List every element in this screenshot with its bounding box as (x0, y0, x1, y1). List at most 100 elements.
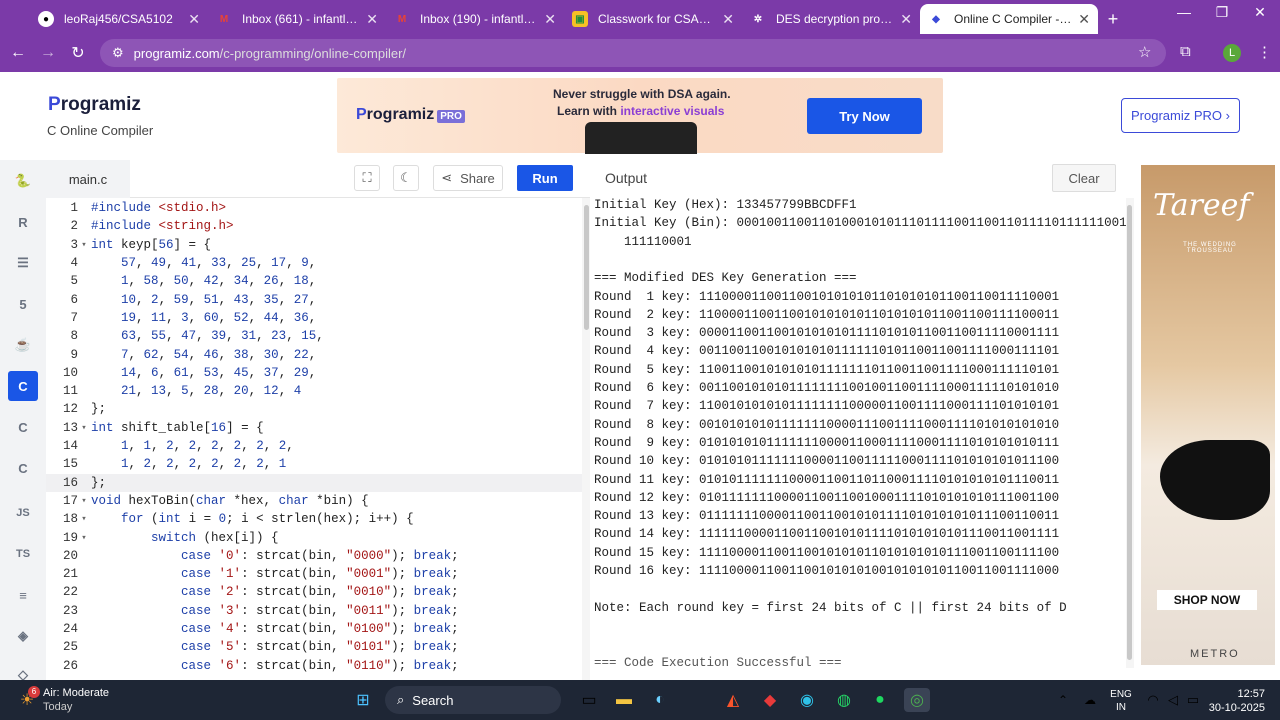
code-line[interactable]: 8 63, 55, 47, 39, 31, 23, 15, (46, 327, 582, 345)
forward-icon[interactable]: → (33, 44, 63, 62)
cpp-icon[interactable]: C (8, 412, 38, 442)
code-line[interactable]: 24 case '4': strcat(bin, "0100"); break; (46, 620, 582, 638)
fold-toggle-icon[interactable]: ▾ (78, 533, 90, 543)
code-line[interactable]: 19 ▾ switch (hex[i]) { (46, 528, 582, 546)
code-line[interactable]: 26 case '6': strcat(bin, "0110"); break; (46, 657, 582, 675)
whatsapp-icon[interactable]: ◍ (831, 688, 857, 712)
tab-gmail-1[interactable]: MInbox (661) - infantleoraj19✕ (208, 4, 386, 34)
code-line[interactable]: 22 case '2': strcat(bin, "0010"); break; (46, 583, 582, 601)
javascript-icon[interactable]: JS (8, 498, 38, 528)
sql-icon[interactable]: ☰ (8, 248, 38, 278)
editor-scroll-thumb[interactable] (584, 205, 589, 330)
share-button[interactable]: ⋖ Share (433, 165, 503, 191)
edge-icon[interactable]: ◉ (794, 688, 820, 712)
code-line[interactable]: 23 case '3': strcat(bin, "0011"); break; (46, 602, 582, 620)
back-icon[interactable]: ← (3, 44, 33, 62)
tray-app-icon[interactable]: ☁ (1077, 688, 1103, 712)
html-icon[interactable]: 5 (8, 289, 38, 319)
java-icon[interactable]: ☕ (8, 330, 38, 360)
code-line[interactable]: 14 1, 1, 2, 2, 2, 2, 2, 2, (46, 437, 582, 455)
line-number: 9 (70, 347, 78, 362)
code-line[interactable]: 25 case '5': strcat(bin, "0101"); break; (46, 638, 582, 656)
fold-toggle-icon[interactable]: ▾ (78, 496, 90, 506)
close-tab-icon[interactable]: ✕ (722, 11, 734, 28)
code-line[interactable]: 7 19, 11, 3, 60, 52, 44, 36, (46, 309, 582, 327)
close-window-icon[interactable]: ✕ (1240, 4, 1280, 21)
file-tab[interactable]: main.c (46, 160, 130, 198)
fold-toggle-icon[interactable]: ▾ (78, 423, 90, 433)
file-explorer-icon[interactable]: ▬ (611, 688, 637, 712)
weather-widget[interactable]: Air: Moderate Today (43, 686, 109, 714)
close-tab-icon[interactable]: ✕ (1078, 11, 1090, 28)
php-icon[interactable]: ◈ (8, 621, 38, 651)
code-line[interactable]: 9 7, 62, 54, 46, 38, 30, 22, (46, 345, 582, 363)
battery-icon[interactable]: ▭ (1180, 688, 1206, 712)
code-editor[interactable]: 1 #include <stdio.h> 2 #include <string.h> 3… (46, 198, 582, 680)
csharp-icon[interactable]: C (8, 453, 38, 483)
minimize-icon[interactable]: — (1164, 4, 1204, 20)
code-line[interactable]: 17 ▾ void hexToBin(char *hex, char *bin) { (46, 492, 582, 510)
fold-toggle-icon[interactable]: ▾ (78, 240, 90, 250)
code-line[interactable]: 1 #include <stdio.h> (46, 199, 582, 217)
tab-programiz[interactable]: ◆Online C Compiler - Progra✕ (920, 4, 1098, 34)
new-tab-button[interactable]: + (1098, 4, 1128, 34)
chrome-icon[interactable]: ◎ (904, 688, 930, 712)
url-input[interactable]: ⚙ programiz.com/c-programming/online-com… (100, 39, 1166, 67)
code-line[interactable]: 12}; (46, 400, 582, 418)
avatar[interactable]: L (1223, 44, 1241, 62)
try-now-button[interactable]: Try Now (807, 98, 922, 134)
r-lang-icon[interactable]: R (8, 207, 38, 237)
brave-icon[interactable]: ◭ (720, 688, 746, 712)
close-tab-icon[interactable]: ✕ (366, 11, 378, 28)
windows-start-icon[interactable]: ⊞ (350, 688, 376, 712)
spotify-icon[interactable]: ● (867, 688, 893, 712)
line-number: 17 (62, 493, 78, 508)
code-line[interactable]: 6 10, 2, 59, 51, 43, 35, 27, (46, 291, 582, 309)
c-lang-icon[interactable]: C (8, 371, 38, 401)
code-line[interactable]: 20 case '0': strcat(bin, "0000"); break; (46, 547, 582, 565)
shop-now-button[interactable]: SHOP NOW (1157, 590, 1257, 610)
code-line[interactable]: 18 ▾ for (int i = 0; i < strlen(hex); i++… (46, 510, 582, 528)
code-line[interactable]: 11 21, 13, 5, 28, 20, 12, 4 (46, 382, 582, 400)
language-indicator[interactable]: ENG IN (1109, 688, 1133, 714)
code-line[interactable]: 4 57, 49, 41, 33, 25, 17, 9, (46, 254, 582, 272)
taskbar-search[interactable]: ⌕ Search (385, 686, 561, 714)
programiz-pro-button[interactable]: Programiz PRO › (1121, 98, 1240, 133)
bookmark-star-icon[interactable]: ☆ (1138, 43, 1151, 61)
tray-chevron-icon[interactable]: ⌃ (1050, 688, 1076, 712)
typescript-icon[interactable]: TS (8, 539, 38, 569)
run-button[interactable]: Run (517, 165, 573, 191)
fullscreen-button[interactable]: ⛶ (354, 165, 380, 191)
code-line[interactable]: 13 ▾ int shift_table[16] = { (46, 419, 582, 437)
output-scroll-thumb[interactable] (1127, 205, 1132, 660)
code-line[interactable]: 5 1, 58, 50, 42, 34, 26, 18, (46, 272, 582, 290)
tab-github[interactable]: ● leoRaj456/CSA5102 ✕ (30, 4, 208, 34)
python-icon[interactable]: 🐍 (8, 166, 38, 196)
code-line[interactable]: 10 14, 6, 61, 53, 45, 37, 29, (46, 364, 582, 382)
clock[interactable]: 12:57 30-10-2025 (1207, 687, 1265, 715)
code-line[interactable]: 3 ▾ int keyp[56] = { (46, 236, 582, 254)
close-tab-icon[interactable]: ✕ (544, 11, 556, 28)
maximize-icon[interactable]: ❐ (1202, 4, 1242, 21)
site-info-icon[interactable]: ⚙ (112, 45, 124, 61)
app-red-icon[interactable]: ◆ (757, 688, 783, 712)
tab-chatgpt[interactable]: ✲ DES decryption program ✕ (742, 4, 920, 34)
code-line[interactable]: 16}; (46, 473, 582, 492)
copilot-icon[interactable]: ◐ (647, 688, 673, 712)
dark-mode-button[interactable]: ☾ (393, 165, 419, 191)
clear-button[interactable]: Clear (1052, 164, 1116, 192)
code-line[interactable]: 2 #include <string.h> (46, 217, 582, 235)
code-line[interactable]: 15 1, 2, 2, 2, 2, 2, 2, 1 (46, 455, 582, 473)
fold-toggle-icon[interactable]: ▾ (78, 514, 90, 524)
task-view-icon[interactable]: ▭ (576, 688, 602, 712)
go-icon[interactable]: ≡ (8, 580, 38, 610)
code-line[interactable]: 21 case '1': strcat(bin, "0001"); break; (46, 565, 582, 583)
close-tab-icon[interactable]: ✕ (900, 11, 912, 28)
reload-icon[interactable]: ↻ (63, 43, 93, 63)
close-tab-icon[interactable]: ✕ (188, 11, 200, 28)
tab-classroom[interactable]: ▣Classwork for CSA5102_CN✕ (564, 4, 742, 34)
programiz-logo[interactable]: Programiz (48, 94, 141, 116)
extensions-icon[interactable]: ⧉ (1180, 43, 1191, 60)
tab-gmail-2[interactable]: M Inbox (190) - infantleoraj ✕ (386, 4, 564, 34)
menu-dots-icon[interactable]: ⋮ (1257, 43, 1272, 61)
